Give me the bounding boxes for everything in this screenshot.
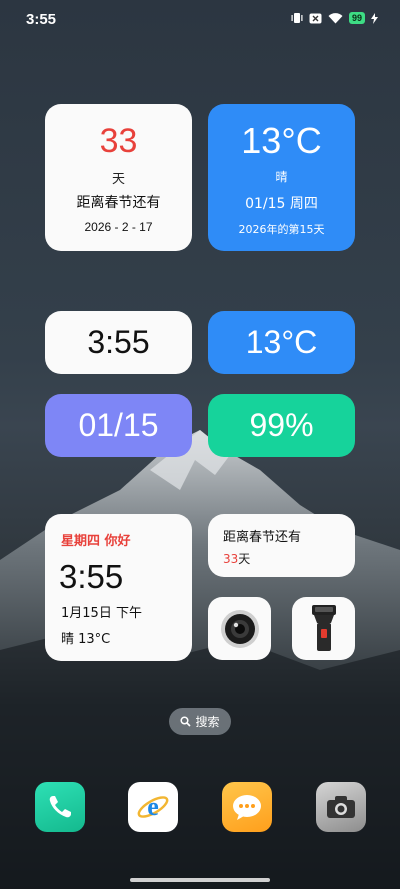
flashlight-icon xyxy=(311,604,336,651)
date-pill-widget[interactable]: 01/15 xyxy=(45,394,192,457)
spring-days-unit: 天 xyxy=(238,552,251,566)
status-time: 3:55 xyxy=(26,11,57,28)
countdown-target-date: 2026 - 2 - 17 xyxy=(84,220,153,234)
spring-days: 33天 xyxy=(223,550,250,567)
spring-festival-countdown-widget[interactable]: 33 天 距离春节还有 2026 - 2 - 17 xyxy=(45,104,192,251)
camera-shortcut-tile[interactable] xyxy=(208,597,271,660)
weather-condition: 晴 xyxy=(275,170,288,184)
camera-app-icon[interactable] xyxy=(316,782,366,832)
svg-text:e: e xyxy=(147,792,159,821)
clock-date: 1月15日 下午 xyxy=(61,606,142,621)
countdown-days: 33 xyxy=(99,122,138,160)
messages-app-icon[interactable] xyxy=(222,782,272,832)
battery-level: 99 xyxy=(348,12,365,24)
search-icon xyxy=(180,716,192,727)
spring-days-number: 33 xyxy=(223,552,239,566)
wifi-icon xyxy=(328,12,343,23)
weather-year-day: 2026年的第15天 xyxy=(238,223,325,236)
no-sim-icon xyxy=(309,13,322,23)
phone-app-icon[interactable] xyxy=(35,782,85,832)
camera-lens-icon xyxy=(220,609,259,648)
weather-widget[interactable]: 13°C 晴 01/15 周四 2026年的第15天 xyxy=(208,104,355,251)
battery-pill-widget[interactable]: 99% xyxy=(208,394,355,457)
search-label: 搜索 xyxy=(195,715,220,729)
spring-title: 距离春节还有 xyxy=(223,530,302,545)
countdown-label: 距离春节还有 xyxy=(76,195,161,211)
flashlight-shortcut-tile[interactable] xyxy=(292,597,355,660)
messages-icon xyxy=(233,795,261,820)
home-indicator[interactable] xyxy=(130,878,270,882)
search-button[interactable]: 搜索 xyxy=(169,708,231,735)
phone-icon xyxy=(49,796,71,818)
temperature-pill-widget[interactable]: 13°C xyxy=(208,311,355,374)
browser-icon: e xyxy=(137,792,169,821)
clock-time: 3:55 xyxy=(59,558,124,595)
countdown-unit: 天 xyxy=(111,172,125,187)
status-bar: 3:55 99 xyxy=(0,0,400,40)
clock-widget[interactable]: 星期四 你好 3:55 1月15日 下午 晴 13°C xyxy=(45,514,192,661)
clock-greeting: 星期四 你好 xyxy=(61,534,131,549)
clock-weather: 晴 13°C xyxy=(61,632,111,647)
weather-month-day: 01/15 周四 xyxy=(245,196,318,212)
camera-icon xyxy=(327,796,355,818)
spring-festival-small-widget[interactable]: 距离春节还有 33天 xyxy=(208,514,355,577)
weather-temperature: 13°C xyxy=(241,120,322,161)
browser-app-icon[interactable]: e xyxy=(128,782,178,832)
time-pill-widget[interactable]: 3:55 xyxy=(45,311,192,374)
status-icons: 99 xyxy=(291,12,378,24)
charging-icon xyxy=(371,12,378,24)
vibrate-icon xyxy=(291,13,303,23)
